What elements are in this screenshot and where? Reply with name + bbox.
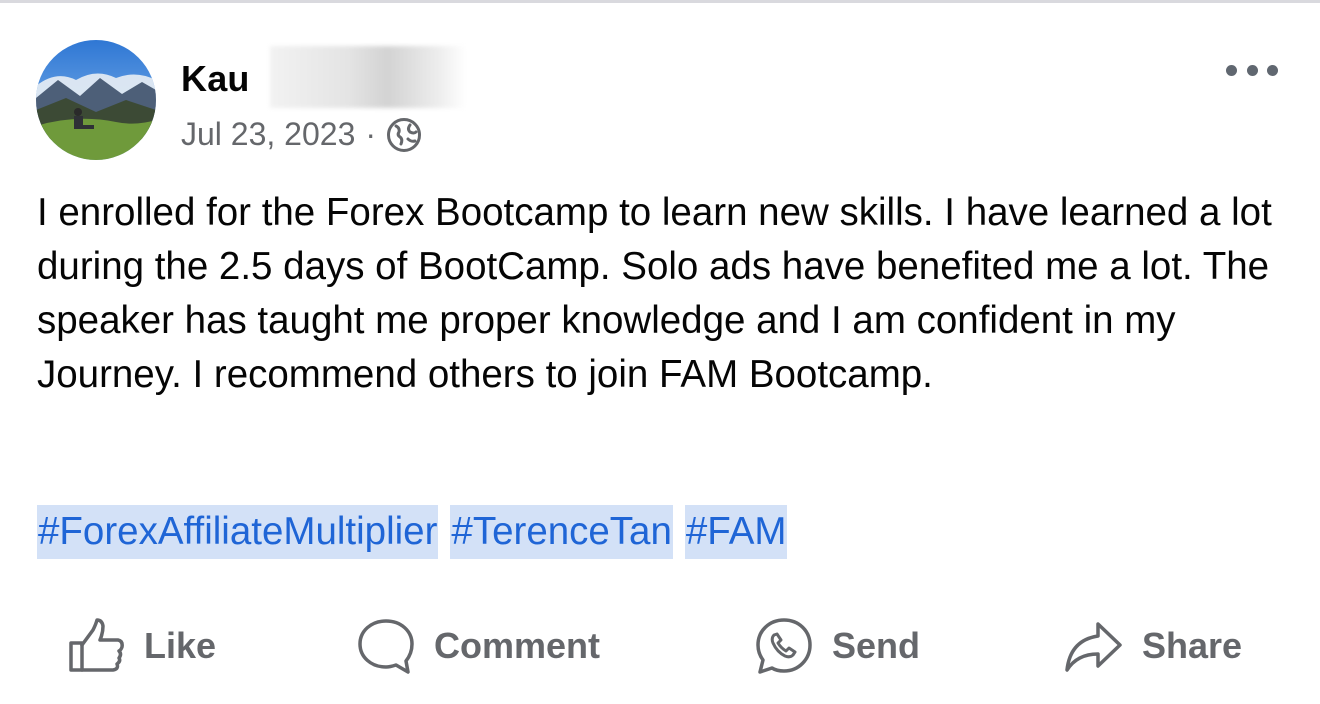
hashtag-link[interactable]: #FAM (684, 505, 788, 559)
share-label: Share (1142, 625, 1243, 666)
hashtag-link[interactable]: #TerenceTan (450, 505, 673, 559)
more-options-icon[interactable] (1226, 58, 1278, 82)
hashtag-link[interactable]: #ForexAffiliateMultiplier (37, 505, 439, 559)
meta-separator: · (365, 116, 377, 152)
avatar[interactable] (36, 40, 156, 160)
hashtag-list: #ForexAffiliateMultiplier #TerenceTan #F… (37, 505, 799, 559)
thumbs-up-icon (66, 616, 126, 676)
comment-label: Comment (434, 625, 601, 666)
comment-bubble-icon (356, 616, 416, 676)
share-arrow-icon (1064, 616, 1124, 676)
share-button[interactable]: Share (1064, 610, 1242, 682)
top-divider (0, 0, 1320, 3)
redacted-name-overlay (270, 46, 466, 108)
post-card: Kau Jul 23, 2023 · I enrolled for the Fo… (0, 0, 1320, 704)
like-button[interactable]: Like (66, 610, 216, 682)
more-dot (1246, 64, 1258, 76)
globe-icon (386, 117, 422, 153)
messenger-icon (754, 616, 814, 676)
like-label: Like (144, 625, 217, 666)
post-body: I enrolled for the Forex Bootcamp to lea… (37, 191, 1272, 396)
send-button[interactable]: Send (754, 610, 920, 682)
author-name[interactable]: Kau (181, 58, 250, 100)
comment-button[interactable]: Comment (356, 610, 600, 682)
more-dot (1267, 64, 1278, 76)
action-bar: Like Comment Send Share (0, 610, 1320, 682)
post-meta: Jul 23, 2023 · (181, 116, 422, 153)
more-dot (1226, 64, 1237, 76)
send-label: Send (832, 625, 921, 666)
post-date[interactable]: Jul 23, 2023 (181, 116, 355, 153)
